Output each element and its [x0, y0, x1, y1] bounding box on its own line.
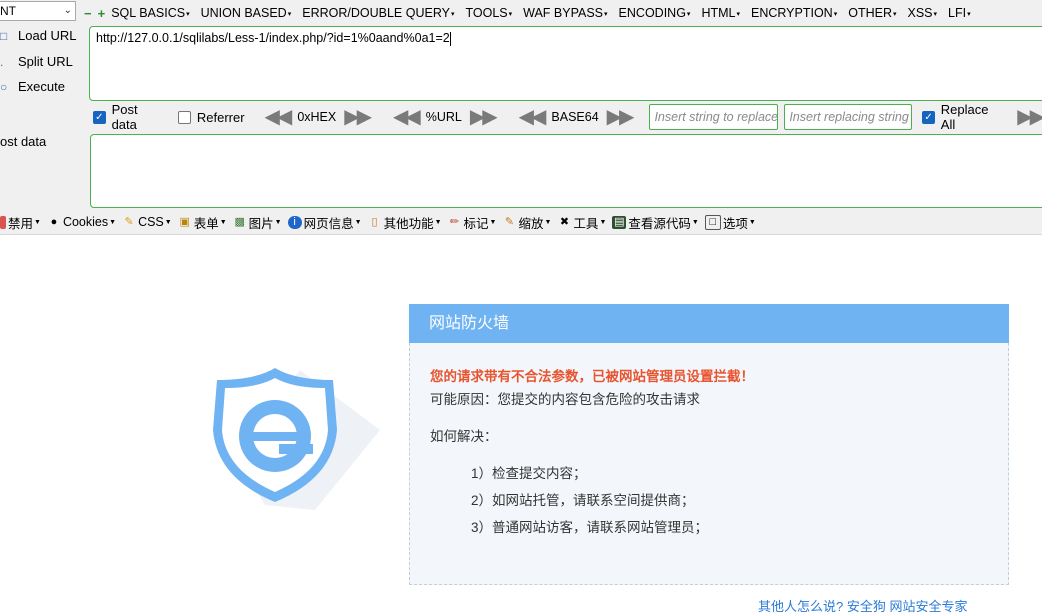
post-data-checkbox[interactable]: ✓ [93, 110, 106, 124]
base64-label: BASE64 [551, 110, 599, 124]
hex-encode-arrow-icon[interactable]: ▶▶ [344, 107, 372, 127]
menu-html[interactable]: HTML▾ [701, 6, 740, 20]
url-input[interactable]: http://127.0.0.1/sqlilabs/Less-1/index.p… [89, 26, 1042, 101]
hackbar-panel: NT ⌄ − + SQL BASICS▾ UNION BASED▾ ERROR/… [0, 0, 1042, 210]
split-url-button[interactable]: . Split URL [0, 54, 73, 69]
plus-icon[interactable]: + [98, 6, 106, 21]
waf-step-item: 1）检查提交内容； [471, 466, 587, 481]
load-url-button[interactable]: □ Load URL [0, 28, 77, 43]
view-source-icon: ▤ [612, 215, 627, 229]
execute-icon: ○ [0, 79, 8, 94]
menu-error-double-query[interactable]: ERROR/DOUBLE QUERY▾ [302, 6, 454, 20]
text-caret [449, 31, 451, 46]
hackbar-select[interactable]: NT ⌄ [0, 1, 76, 21]
toolbar-misc[interactable]: ▯ 其他功能 ▼ [368, 213, 442, 232]
base64-decode-arrow-icon[interactable]: ◀◀ [519, 107, 547, 127]
execute-button[interactable]: ○ Execute [0, 79, 65, 94]
toolbar-resize[interactable]: ✎ 缩放 ▼ [502, 213, 552, 232]
post-data-area-label: ost data [0, 134, 47, 149]
outline-icon: ✏ [449, 215, 460, 228]
toolbar-view-source[interactable]: ▤ 查看源代码 ▼ [612, 213, 699, 232]
replace-arrow-icon[interactable]: ▶▶ [1017, 107, 1042, 127]
hex-label: 0xHEX [297, 110, 337, 124]
post-data-input[interactable] [90, 134, 1042, 208]
toolbar-cookies[interactable]: ● Cookies ▼ [47, 215, 116, 229]
hackbar-menubar: − + SQL BASICS▾ UNION BASED▾ ERROR/DOUBL… [84, 4, 982, 22]
toolbar-tools[interactable]: ✖ 工具 ▼ [557, 213, 607, 232]
resize-icon: ✎ [504, 215, 515, 228]
replacing-string-input[interactable]: Insert replacing string [784, 104, 913, 130]
tools-icon: ✖ [559, 215, 570, 228]
replace-string-input[interactable]: Insert string to replace [649, 104, 779, 130]
hackbar-options-row: ✓ Post data Referrer ◀◀ 0xHEX ▶▶ ◀◀ %URL… [93, 102, 1042, 132]
base64-encode-arrow-icon[interactable]: ▶▶ [607, 107, 635, 127]
split-url-icon: . [0, 54, 4, 69]
menu-lfi[interactable]: LFI▾ [948, 6, 971, 20]
chevron-down-icon: ⌄ [63, 5, 72, 16]
referrer-checkbox[interactable] [178, 110, 191, 124]
safedog-shield-logo [213, 368, 380, 510]
menu-tools[interactable]: TOOLS▾ [465, 6, 512, 20]
replace-all-label: Replace All [940, 102, 989, 132]
toolbar-page-info[interactable]: i 网页信息 ▼ [287, 213, 362, 232]
menu-waf-bypass[interactable]: WAF BYPASS▾ [523, 6, 607, 20]
menu-other[interactable]: OTHER▾ [848, 6, 896, 20]
url-decode-arrow-icon[interactable]: ◀◀ [393, 107, 421, 127]
minus-icon[interactable]: − [84, 6, 92, 21]
waf-footer-link[interactable]: 其他人怎么说? 安全狗 网站安全专家 [758, 596, 967, 615]
waf-how-heading: 如何解决： [430, 429, 498, 444]
url-encode-label: %URL [425, 110, 462, 124]
cookies-icon: ● [50, 215, 58, 228]
waf-message-panel: 网站防火墙 您的请求带有不合法参数，已被网站管理员设置拦截！ 可能原因：您提交的… [409, 304, 1009, 585]
toolbar-images[interactable]: ▩ 图片 ▼ [233, 213, 281, 232]
waf-reason-text: 可能原因：您提交的内容包含危险的攻击请求 [430, 392, 700, 407]
disable-icon [0, 215, 6, 229]
waf-steps-list: 1）检查提交内容； 2）如网站托管，请联系空间提供商； 3）普通网站访客，请联系… [430, 462, 988, 536]
waf-panel-body: 您的请求带有不合法参数，已被网站管理员设置拦截！ 可能原因：您提交的内容包含危险… [409, 343, 1009, 585]
waf-step-item: 2）如网站托管，请联系空间提供商； [471, 493, 695, 508]
toolbar-outline[interactable]: ✏ 标记 ▼ [448, 213, 497, 232]
menu-encryption[interactable]: ENCRYPTION▾ [751, 6, 837, 20]
web-developer-toolbar: 禁用 ▼ ● Cookies ▼ ✎ CSS ▼ ▣ 表单 ▼ ▩ 图片 ▼ i 网页信息 ▼ ▯ 其他… [0, 210, 1042, 235]
misc-icon: ▯ [371, 215, 378, 228]
menu-union-based[interactable]: UNION BASED▾ [201, 6, 292, 20]
images-icon: ▩ [234, 215, 245, 228]
post-data-label: Post data [111, 102, 138, 132]
forms-icon: ▣ [179, 215, 190, 228]
waf-step-item: 3）普通网站访客，请联系网站管理员； [471, 520, 709, 535]
menu-encoding[interactable]: ENCODING▾ [619, 6, 691, 20]
waf-warning-text: 您的请求带有不合法参数，已被网站管理员设置拦截！ [430, 369, 754, 384]
hackbar-select-value: NT [0, 4, 16, 18]
replace-all-checkbox[interactable]: ✓ [922, 110, 935, 124]
hex-decode-arrow-icon[interactable]: ◀◀ [265, 107, 293, 127]
css-icon: ✎ [124, 215, 134, 228]
toolbar-forms[interactable]: ▣ 表单 ▼ [178, 213, 227, 232]
toolbar-disable[interactable]: 禁用 ▼ [0, 213, 41, 232]
url-value: http://127.0.0.1/sqlilabs/Less-1/index.p… [96, 31, 450, 45]
info-icon: i [287, 215, 302, 229]
options-icon: □ [704, 214, 721, 230]
toolbar-css[interactable]: ✎ CSS ▼ [122, 215, 171, 229]
referrer-label: Referrer [196, 109, 245, 125]
menu-xss[interactable]: XSS▾ [908, 6, 938, 20]
waf-panel-title: 网站防火墙 [409, 304, 1009, 343]
load-url-icon: □ [0, 28, 8, 43]
toolbar-options[interactable]: □ 选项 ▼ [704, 213, 756, 232]
menu-sql-basics[interactable]: SQL BASICS▾ [111, 6, 189, 20]
url-encode-arrow-icon[interactable]: ▶▶ [470, 107, 498, 127]
